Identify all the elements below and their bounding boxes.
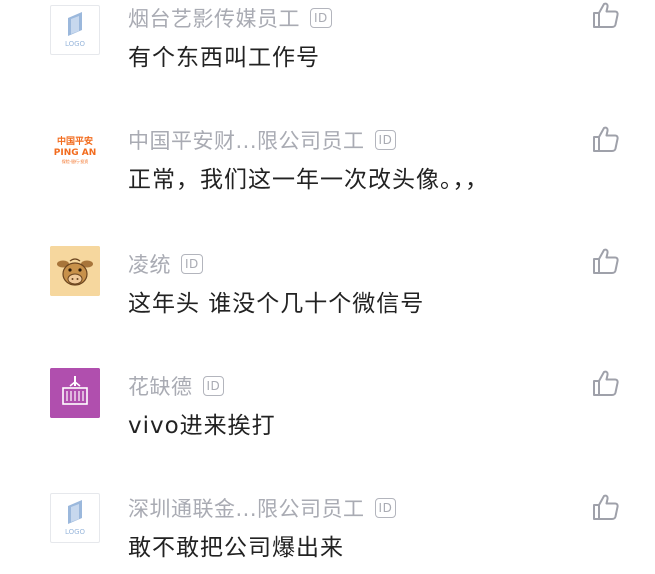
comment-item: 中国平安 PING AN 保险·银行·投资 中国平安财...限公司员工 ID 正常… [0, 122, 655, 222]
comment-text: 这年头 谁没个几十个微信号 [128, 291, 425, 317]
author-label: 凌统 [128, 253, 171, 277]
author-name[interactable]: 花缺德 ID [128, 371, 225, 401]
author-label: 花缺德 [128, 375, 193, 399]
cartoon-cow-icon [50, 246, 100, 296]
author-label: 中国平安财...限公司员工 [128, 129, 365, 153]
comment-item: LOGO 烟台艺影传媒员工 ID 有个东西叫工作号 [0, 0, 655, 100]
thumbs-up-icon[interactable] [590, 246, 620, 276]
logo-placeholder-icon: LOGO [65, 12, 86, 48]
thumbs-up-icon[interactable] [590, 492, 620, 522]
author-name[interactable]: 深圳通联金...限公司员工 ID [128, 493, 397, 523]
comment-feed: LOGO 烟台艺影传媒员工 ID 有个东西叫工作号 中国平安 PING AN 保险… [0, 0, 655, 574]
id-badge: ID [374, 130, 397, 150]
author-label: 烟台艺影传媒员工 [128, 7, 300, 31]
pingan-line1: 中国平安 [57, 135, 93, 147]
id-badge: ID [310, 8, 332, 28]
avatar[interactable] [50, 368, 100, 418]
avatar[interactable] [50, 246, 100, 296]
author-name[interactable]: 中国平安财...限公司员工 ID [128, 125, 397, 155]
ping-an-logo-icon: 中国平安 PING AN 保险·银行·投资 [54, 135, 97, 164]
avatar[interactable]: 中国平安 PING AN 保险·银行·投资 [50, 125, 100, 175]
author-label: 深圳通联金...限公司员工 [128, 497, 365, 521]
comment-item: LOGO 深圳通联金...限公司员工 ID 敢不敢把公司爆出来 [0, 490, 655, 574]
id-badge: ID [181, 254, 203, 274]
id-badge: ID [202, 376, 225, 396]
avatar[interactable]: LOGO [50, 5, 100, 55]
thumbs-up-icon[interactable] [590, 124, 620, 154]
thumbs-up-icon[interactable] [590, 0, 620, 30]
pingan-line3: 保险·银行·投资 [62, 158, 89, 164]
logo-text: LOGO [65, 528, 86, 536]
comment-text: vivo进来挨打 [128, 413, 276, 439]
avatar[interactable]: LOGO [50, 493, 100, 543]
id-badge: ID [374, 498, 397, 518]
logo-placeholder-icon: LOGO [65, 500, 86, 536]
author-name[interactable]: 凌统 ID [128, 249, 203, 279]
pingan-line2: PING AN [54, 148, 97, 158]
logo-text: LOGO [65, 40, 86, 48]
author-name[interactable]: 烟台艺影传媒员工 ID [128, 3, 332, 33]
purple-cargo-icon [50, 368, 100, 418]
comment-text: 正常，我们这一年一次改头像。，， [128, 167, 489, 193]
thumbs-up-icon[interactable] [590, 368, 620, 398]
comment-text: 敢不敢把公司爆出来 [128, 535, 344, 561]
comment-text: 有个东西叫工作号 [128, 45, 320, 71]
comment-item: 花缺德 ID vivo进来挨打 [0, 368, 655, 468]
comment-item: 凌统 ID 这年头 谁没个几十个微信号 [0, 246, 655, 346]
